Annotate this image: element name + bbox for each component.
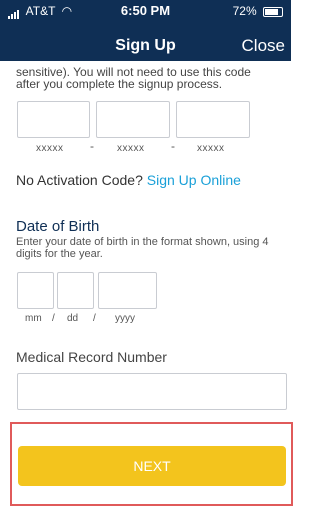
activation-placeholder-3: xxxxx [197,143,225,154]
medical-record-label: Medical Record Number [16,349,167,365]
dob-title: Date of Birth [16,218,100,235]
dob-separator-1: / [52,313,55,324]
status-bar: AT&T ◠ 6:50 PM 72% [0,0,291,22]
no-activation-row: No Activation Code? Sign Up Online [16,172,241,188]
dob-month-placeholder: mm [25,313,42,324]
dob-year-input[interactable] [98,272,157,309]
activation-placeholder-1: xxxxx [36,143,64,154]
activation-help-line-2: after you complete the signup process. [16,77,223,91]
activation-code-part-2[interactable] [96,101,170,138]
dob-day-placeholder: dd [67,313,79,324]
activation-separator-2: - [171,139,175,153]
activation-placeholder-2: xxxxx [117,143,145,154]
activation-code-part-1[interactable] [17,101,90,138]
battery-label: 72% [232,4,257,18]
nav-header: AT&T ◠ 6:50 PM 72% Sign Up Close [0,0,291,61]
sign-up-online-link[interactable]: Sign Up Online [147,172,241,188]
activation-separator-1: - [90,139,94,153]
battery: 72% [233,4,283,18]
dob-separator-2: / [93,313,96,324]
activation-help-text: sensitive). You will not need to use thi… [16,66,278,90]
no-activation-label: No Activation Code? [16,172,143,188]
dob-year-placeholder: yyyy [115,313,135,324]
activation-code-part-3[interactable] [176,101,250,138]
close-button[interactable]: Close [242,36,285,56]
dob-help: Enter your date of birth in the format s… [16,236,269,260]
dob-month-input[interactable] [17,272,54,309]
dob-day-input[interactable] [57,272,94,309]
battery-icon [263,6,283,17]
next-button[interactable]: NEXT [18,446,286,486]
medical-record-input[interactable] [17,373,287,410]
